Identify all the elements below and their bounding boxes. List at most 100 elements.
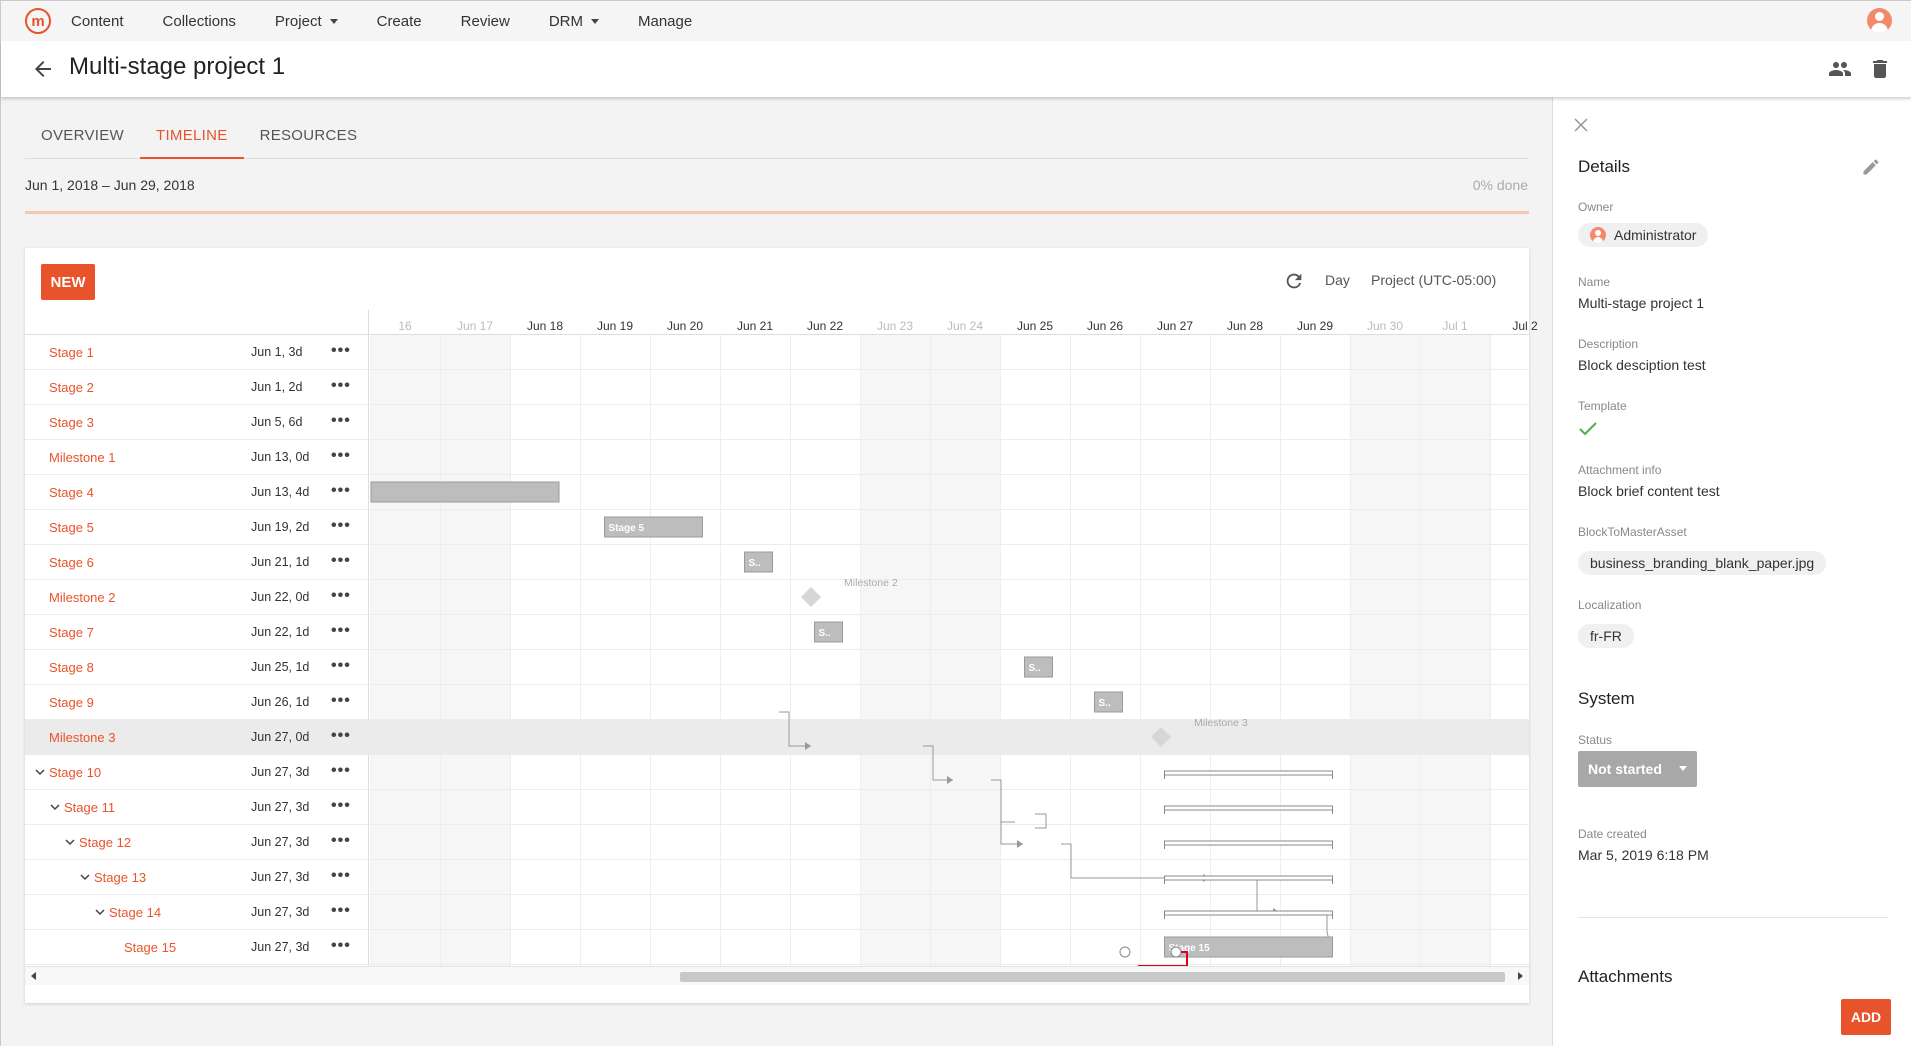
task-row[interactable]: Stage 1 Jun 1, 3d ••• [25,335,1529,370]
task-name[interactable]: Stage 15 [124,940,176,955]
timeline-day-label: Jun 28 [1226,319,1264,333]
row-more-icon[interactable]: ••• [331,342,351,360]
status-select[interactable]: Not started [1578,751,1697,787]
nav-item-review[interactable]: Review [457,13,514,30]
row-more-icon[interactable]: ••• [331,727,351,745]
row-more-icon[interactable]: ••• [331,692,351,710]
localization-chip[interactable]: fr-FR [1578,624,1634,648]
task-name[interactable]: Stage 11 [64,800,115,815]
task-start-duration: Jun 27, 3d [251,905,310,919]
owner-chip[interactable]: Administrator [1578,223,1709,247]
task-row[interactable]: Milestone 2 Jun 22, 0d ••• [25,580,1529,615]
row-more-icon[interactable]: ••• [331,867,351,885]
task-row[interactable]: Stage 15 Jun 27, 3d ••• [25,930,1529,965]
task-name[interactable]: Stage 6 [49,555,94,570]
scroll-right-icon[interactable] [1518,972,1523,980]
scroll-left-icon[interactable] [31,972,36,980]
nav-item-drm[interactable]: DRM [545,13,603,30]
row-more-icon[interactable]: ••• [331,657,351,675]
row-more-icon[interactable]: ••• [331,587,351,605]
tab-overview[interactable]: OVERVIEW [25,97,140,159]
close-panel-icon[interactable] [1573,117,1589,133]
row-more-icon[interactable]: ••• [331,482,351,500]
new-button[interactable]: NEW [41,264,95,300]
task-start-duration: Jun 1, 2d [251,380,303,394]
app-logo[interactable]: m [25,8,51,34]
task-name[interactable]: Stage 2 [49,380,94,395]
task-row[interactable]: Stage 5 Jun 19, 2d ••• [25,510,1529,545]
status-value: Not started [1588,761,1662,777]
task-name[interactable]: Stage 9 [49,695,94,710]
row-more-icon[interactable]: ••• [331,937,351,955]
back-arrow-icon[interactable] [31,57,55,81]
people-icon[interactable] [1827,57,1853,81]
status-label: Status [1578,733,1613,747]
task-row[interactable]: Stage 14 Jun 27, 3d ••• [25,895,1529,930]
row-more-icon[interactable]: ••• [331,412,351,430]
task-name[interactable]: Milestone 2 [49,590,115,605]
row-more-icon[interactable]: ••• [331,832,351,850]
task-name[interactable]: Stage 3 [49,415,94,430]
task-row[interactable]: Stage 3 Jun 5, 6d ••• [25,405,1529,440]
task-row[interactable]: Stage 10 Jun 27, 3d ••• [25,755,1529,790]
owner-avatar-icon [1590,227,1606,243]
task-name[interactable]: Stage 13 [94,870,146,885]
task-name[interactable]: Stage 7 [49,625,94,640]
task-name[interactable]: Milestone 3 [49,730,115,745]
row-more-icon[interactable]: ••• [331,377,351,395]
chevron-down-icon[interactable] [50,802,60,812]
task-row[interactable]: Stage 9 Jun 26, 1d ••• [25,685,1529,720]
task-row[interactable]: Stage 6 Jun 21, 1d ••• [25,545,1529,580]
chevron-down-icon [1679,766,1687,771]
timezone-selector[interactable]: Project (UTC-05:00) [1371,272,1496,288]
row-more-icon[interactable]: ••• [331,797,351,815]
name-value: Multi-stage project 1 [1578,295,1705,311]
user-avatar-icon[interactable] [1867,8,1892,33]
task-name[interactable]: Stage 10 [49,765,101,780]
chevron-down-icon[interactable] [80,872,90,882]
task-row[interactable]: Stage 7 Jun 22, 1d ••• [25,615,1529,650]
row-more-icon[interactable]: ••• [331,447,351,465]
tab-timeline[interactable]: TIMELINE [139,97,244,159]
task-row[interactable]: Milestone 3 Jun 27, 0d ••• [25,720,1529,755]
task-name[interactable]: Milestone 1 [49,450,115,465]
add-attachment-button[interactable]: ADD [1841,999,1891,1035]
row-more-icon[interactable]: ••• [331,517,351,535]
task-name[interactable]: Stage 12 [79,835,131,850]
task-name[interactable]: Stage 8 [49,660,94,675]
task-start-duration: Jun 27, 3d [251,800,310,814]
nav-item-create[interactable]: Create [373,13,426,30]
chevron-down-icon[interactable] [35,767,45,777]
task-rows: Stage 1 Jun 1, 3d ••• Stage 2 Jun 1, 2d ••• St… [25,334,1529,966]
row-more-icon[interactable]: ••• [331,552,351,570]
row-more-icon[interactable]: ••• [331,622,351,640]
nav-item-collections[interactable]: Collections [159,13,240,30]
task-row[interactable]: Stage 8 Jun 25, 1d ••• [25,650,1529,685]
task-row[interactable]: Stage 4 Jun 13, 4d ••• [25,475,1529,510]
chevron-down-icon[interactable] [95,907,105,917]
task-name[interactable]: Stage 14 [109,905,161,920]
task-row[interactable]: Milestone 1 Jun 13, 0d ••• [25,440,1529,475]
delete-trash-icon[interactable] [1867,57,1893,81]
chevron-down-icon[interactable] [65,837,75,847]
task-row[interactable]: Stage 11 Jun 27, 3d ••• [25,790,1529,825]
nav-item-manage[interactable]: Manage [634,13,696,30]
task-row[interactable]: Stage 12 Jun 27, 3d ••• [25,825,1529,860]
row-more-icon[interactable]: ••• [331,902,351,920]
block-to-master-chip[interactable]: business_branding_blank_paper.jpg [1578,551,1827,575]
task-name[interactable]: Stage 4 [49,485,94,500]
task-row[interactable]: Stage 13 Jun 27, 3d ••• [25,860,1529,895]
scrollbar-thumb[interactable] [680,972,1505,982]
edit-pencil-icon[interactable] [1861,157,1881,177]
task-row[interactable]: Stage 2 Jun 1, 2d ••• [25,370,1529,405]
row-more-icon[interactable]: ••• [331,762,351,780]
nav-item-content[interactable]: Content [67,13,128,30]
nav-item-project[interactable]: Project [271,13,342,30]
refresh-icon[interactable] [1283,270,1305,292]
scale-day-selector[interactable]: Day [1325,272,1350,288]
tab-resources[interactable]: RESOURCES [244,97,374,159]
task-name[interactable]: Stage 1 [49,345,94,360]
timeline-day-label: Jun 30 [1366,319,1404,333]
task-name[interactable]: Stage 5 [49,520,94,535]
horizontal-scrollbar[interactable] [25,966,1529,985]
